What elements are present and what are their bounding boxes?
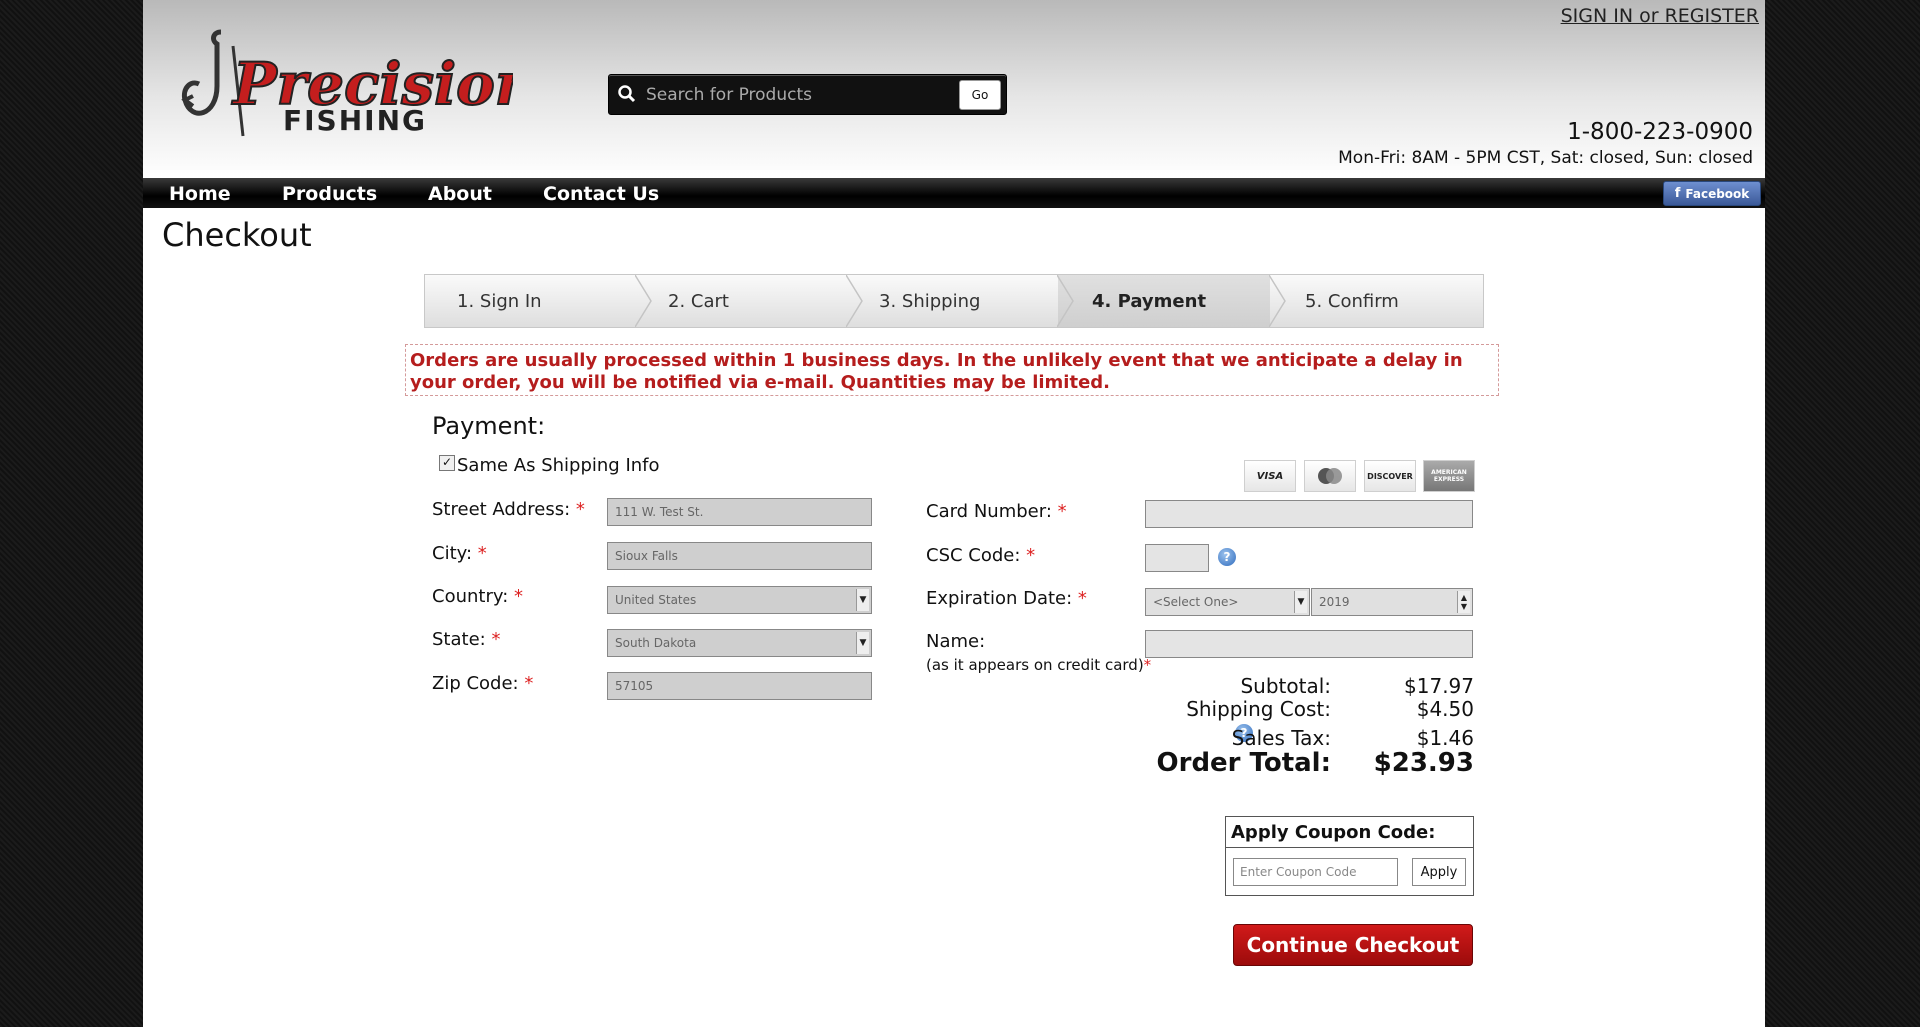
expiration-year-stepper[interactable]: 2019 ▲ ▼	[1311, 588, 1473, 616]
order-processing-notice: Orders are usually processed within 1 bu…	[405, 344, 1499, 396]
amex-icon: AMERICAN EXPRESS	[1423, 460, 1475, 492]
step-cart[interactable]: 2. Cart	[668, 275, 729, 327]
chevron-down-icon: ▼	[856, 632, 869, 654]
same-as-shipping-checkbox[interactable]: ✓	[439, 455, 455, 471]
order-total-label: Order Total:	[1156, 748, 1331, 778]
facebook-button[interactable]: f Facebook	[1663, 181, 1761, 206]
street-address-label: Street Address: *	[432, 499, 585, 520]
nav-item-about[interactable]: About	[428, 183, 492, 205]
expiration-month-select[interactable]: <Select One> ▼	[1145, 588, 1310, 616]
business-hours: Mon-Fri: 8AM - 5PM CST, Sat: closed, Sun…	[1338, 148, 1753, 168]
page-title: Checkout	[162, 216, 312, 254]
step-divider	[1057, 275, 1074, 327]
shipping-cost-label: Shipping Cost:	[1186, 697, 1331, 721]
search-icon	[618, 85, 636, 103]
country-select[interactable]: United States ▼	[607, 586, 872, 614]
step-divider	[635, 275, 652, 327]
chevron-down-icon: ▼	[856, 589, 869, 611]
zip-code-field[interactable]: 57105	[607, 672, 872, 700]
street-address-field[interactable]: 111 W. Test St.	[607, 498, 872, 526]
city-label: City: *	[432, 543, 487, 564]
name-sublabel: (as it appears on credit card)*	[926, 656, 1152, 674]
phone-number: 1-800-223-0900	[1567, 119, 1753, 145]
step-divider	[1269, 275, 1286, 327]
coupon-title: Apply Coupon Code:	[1231, 822, 1436, 843]
step-shipping[interactable]: 3. Shipping	[879, 275, 980, 327]
search-bar: Go	[608, 74, 1007, 115]
same-as-shipping-label: Same As Shipping Info	[457, 455, 660, 476]
country-label: Country: *	[432, 586, 523, 607]
step-sign-in[interactable]: 1. Sign In	[457, 275, 542, 327]
discover-icon: DISCOVER	[1364, 460, 1416, 492]
apply-coupon-button[interactable]: Apply	[1412, 858, 1466, 886]
nav-item-contact-us[interactable]: Contact Us	[543, 183, 659, 205]
search-go-button[interactable]: Go	[959, 80, 1001, 110]
search-input[interactable]	[644, 81, 948, 109]
signin-register-link[interactable]: SIGN IN or REGISTER	[1561, 5, 1759, 27]
page-container: SIGN IN or REGISTER Precision FISHING Go…	[143, 0, 1765, 1027]
main-nav: Home Products About Contact Us f Faceboo…	[143, 178, 1765, 208]
csc-code-field[interactable]	[1145, 544, 1209, 572]
facebook-icon: f	[1674, 186, 1681, 201]
step-confirm[interactable]: 5. Confirm	[1305, 275, 1399, 327]
coupon-code-input[interactable]	[1233, 858, 1398, 886]
mastercard-circles	[1318, 468, 1342, 484]
order-total-value: $23.93	[1373, 748, 1474, 778]
precision-fishing-logo[interactable]: Precision FISHING	[173, 26, 513, 142]
payment-heading: Payment:	[432, 412, 546, 440]
expiration-date-label: Expiration Date: *	[926, 588, 1087, 609]
continue-checkout-button[interactable]: Continue Checkout	[1233, 924, 1473, 966]
step-payment: 4. Payment	[1092, 290, 1207, 312]
sales-tax-label: Sales Tax:	[1231, 726, 1331, 750]
card-number-field[interactable]	[1145, 500, 1473, 528]
nav-item-products[interactable]: Products	[282, 183, 377, 205]
spinner-icon: ▲ ▼	[1457, 591, 1470, 613]
shipping-cost-value: $4.50	[1416, 697, 1474, 721]
city-field[interactable]: Sioux Falls	[607, 542, 872, 570]
coupon-divider	[1226, 847, 1473, 848]
coupon-box: Apply Coupon Code: Apply	[1225, 816, 1474, 896]
state-label: State: *	[432, 629, 501, 650]
step-divider	[846, 275, 863, 327]
svg-text:FISHING: FISHING	[283, 104, 427, 137]
subtotal-label: Subtotal:	[1240, 674, 1331, 698]
mastercard-icon	[1304, 460, 1356, 492]
visa-icon: VISA	[1244, 460, 1296, 492]
state-select[interactable]: South Dakota ▼	[607, 629, 872, 657]
country-value: United States	[615, 593, 697, 607]
expiration-year-value: 2019	[1319, 595, 1350, 609]
csc-help-icon[interactable]: ?	[1218, 548, 1236, 566]
csc-code-label: CSC Code: *	[926, 545, 1036, 566]
nav-item-home[interactable]: Home	[169, 183, 231, 205]
chevron-down-icon: ▼	[1294, 591, 1307, 613]
card-number-label: Card Number: *	[926, 501, 1067, 522]
subtotal-value: $17.97	[1404, 674, 1474, 698]
zip-code-label: Zip Code: *	[432, 673, 534, 694]
state-value: South Dakota	[615, 636, 697, 650]
cardholder-name-field[interactable]	[1145, 630, 1473, 658]
site-header: SIGN IN or REGISTER Precision FISHING Go…	[143, 0, 1765, 178]
checkout-steps: 1. Sign In 2. Cart 3. Shipping 4. Paymen…	[424, 274, 1484, 328]
sales-tax-value: $1.46	[1416, 726, 1474, 750]
expiration-month-value: <Select One>	[1153, 595, 1239, 609]
facebook-label: Facebook	[1685, 186, 1750, 201]
name-label: Name:	[926, 631, 986, 652]
